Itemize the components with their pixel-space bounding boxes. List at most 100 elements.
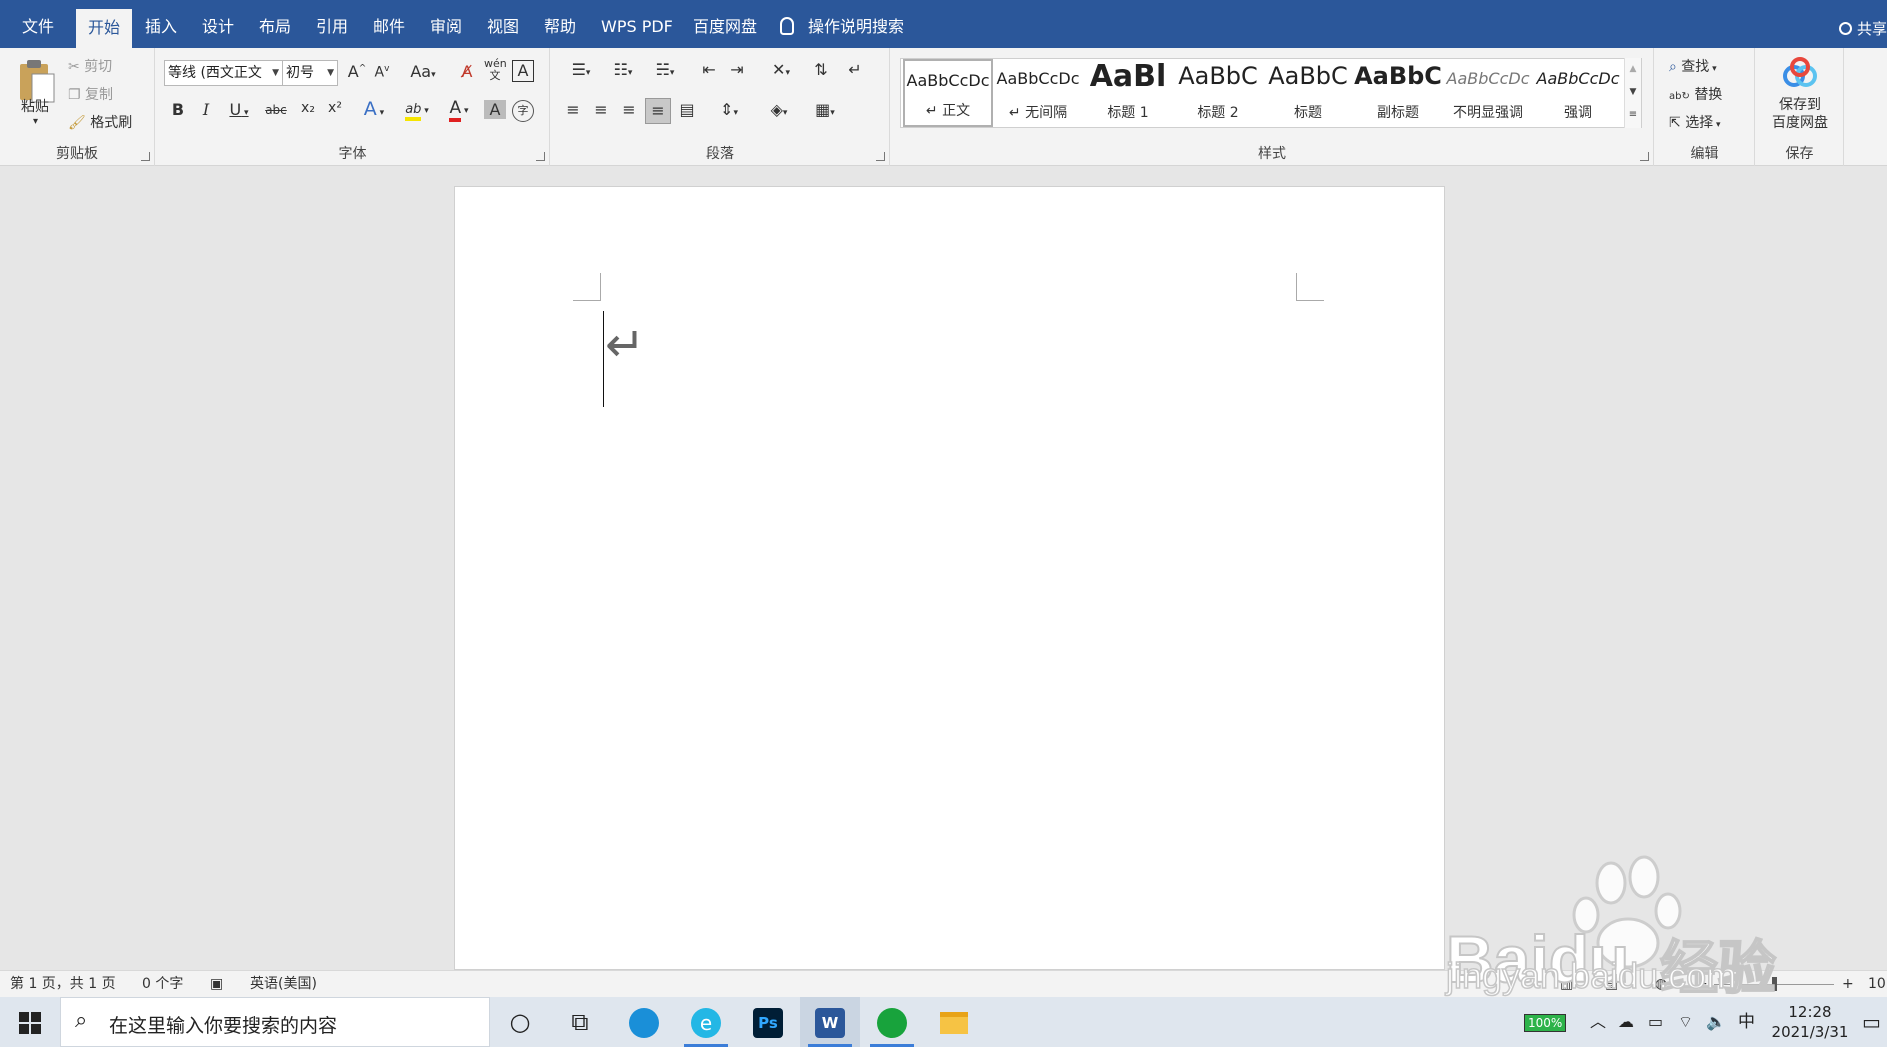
bold-button[interactable]: B	[168, 100, 188, 119]
word-icon[interactable]: W	[800, 997, 860, 1047]
file-explorer-icon[interactable]	[924, 997, 984, 1047]
font-color-button[interactable]: A ▾	[442, 98, 476, 122]
justify-icon[interactable]: ≡	[645, 98, 671, 124]
multilevel-list-icon[interactable]: ☵▾	[647, 60, 683, 79]
browser-e-icon[interactable]: e	[676, 997, 736, 1047]
clear-format-icon[interactable]: A̸	[456, 62, 478, 81]
text-effects-button[interactable]: A ▾	[358, 98, 390, 120]
battery-status-icon[interactable]: ▭	[1648, 997, 1663, 1047]
clock[interactable]: 12:28 2021/3/31	[1770, 997, 1850, 1047]
tab-wps-pdf[interactable]: WPS PDF	[601, 0, 673, 48]
shading-icon[interactable]: ◈▾	[761, 100, 797, 119]
character-shading-button[interactable]: A	[484, 100, 506, 119]
style-title[interactable]: AaBbC 标题	[1263, 59, 1353, 127]
tell-me-search[interactable]: 操作说明搜索	[780, 0, 904, 48]
chinese-layout-icon[interactable]: ✕▾	[763, 60, 799, 79]
word-count[interactable]: 0 个字	[142, 971, 183, 998]
cortana-icon[interactable]: ○	[490, 997, 550, 1047]
select-button[interactable]: ⇱ 选择 ▾	[1669, 112, 1721, 132]
zoom-in-icon[interactable]: +	[1842, 971, 1854, 998]
style-normal[interactable]: AaBbCcDc ↵ 正文	[903, 59, 993, 127]
photoshop-icon[interactable]: Ps	[738, 997, 798, 1047]
font-name-combo[interactable]: 等线 (西文正文 ▼	[164, 60, 283, 86]
tab-references[interactable]: 引用	[316, 0, 348, 48]
tab-mailings[interactable]: 邮件	[373, 0, 405, 48]
shrink-font-button[interactable]: Av	[371, 64, 393, 81]
align-left-icon[interactable]: ≡	[561, 100, 585, 119]
proofing-icon[interactable]: ▣	[210, 971, 223, 998]
save-to-baidu-button[interactable]: 保存到 百度网盘	[1756, 96, 1844, 132]
align-right-icon[interactable]: ≡	[617, 100, 641, 119]
replace-button[interactable]: ab↻ 替换	[1669, 84, 1722, 104]
share-button[interactable]: 共享	[1815, 0, 1887, 48]
style-heading-2[interactable]: AaBbC 标题 2	[1173, 59, 1263, 127]
align-center-icon[interactable]: ≡	[589, 100, 613, 119]
tab-help[interactable]: 帮助	[544, 0, 576, 48]
tab-view[interactable]: 视图	[487, 0, 519, 48]
chevron-up-icon[interactable]: ︿	[1590, 997, 1606, 1047]
font-launcher-icon[interactable]	[536, 152, 545, 161]
zoom-slider-thumb[interactable]	[1772, 977, 1777, 991]
paste-dropdown[interactable]: ▾	[33, 116, 38, 127]
increase-indent-icon[interactable]: ⇥	[725, 60, 749, 79]
taskbar-search[interactable]: ⌕ 在这里输入你要搜索的内容	[60, 997, 490, 1047]
subscript-button[interactable]: x₂	[296, 100, 320, 116]
edge-icon[interactable]	[614, 997, 674, 1047]
format-painter-button[interactable]: 🖌 格式刷	[68, 112, 132, 132]
styles-gallery-scroll[interactable]: ▲ ▼ ≡	[1624, 58, 1641, 128]
volume-icon[interactable]: 🔈	[1706, 997, 1726, 1047]
read-mode-icon[interactable]: ▥	[1560, 971, 1573, 998]
highlight-button[interactable]: ab ▾	[400, 98, 434, 121]
tab-file[interactable]: 文件	[22, 0, 54, 48]
zoom-level[interactable]: 10	[1868, 971, 1886, 998]
strikethrough-button[interactable]: abc	[262, 103, 290, 117]
style-no-spacing[interactable]: AaBbCcDc ↵ 无间隔	[993, 59, 1083, 127]
cut-button[interactable]: ✂ 剪切	[68, 56, 112, 76]
onedrive-icon[interactable]: ☁	[1618, 997, 1634, 1047]
document-page[interactable]: ↵	[454, 186, 1445, 970]
tab-home[interactable]: 开始	[76, 9, 133, 48]
character-border-icon[interactable]: A	[512, 60, 534, 82]
chevron-up-icon[interactable]: ▲	[1625, 58, 1641, 81]
tab-layout[interactable]: 布局	[259, 0, 291, 48]
clipboard-launcher-icon[interactable]	[141, 152, 150, 161]
baidu-netdisk-icon[interactable]	[1780, 56, 1820, 92]
paragraph-launcher-icon[interactable]	[876, 152, 885, 161]
font-size-combo[interactable]: 初号 ▼	[282, 60, 338, 86]
distributed-icon[interactable]: ▤	[675, 100, 699, 119]
zoom-out-icon[interactable]: −	[1696, 971, 1708, 998]
find-button[interactable]: ⌕ 查找 ▾	[1669, 56, 1717, 76]
battery-indicator[interactable]: 100%	[1524, 997, 1567, 1047]
change-case-button[interactable]: Aa▾	[406, 62, 440, 81]
page-count[interactable]: 第 1 页，共 1 页	[10, 971, 116, 998]
tab-baidu-netdisk[interactable]: 百度网盘	[693, 0, 757, 48]
bullets-icon[interactable]: ☰▾	[563, 60, 599, 79]
sort-icon[interactable]: ⇅	[809, 60, 833, 79]
paste-button[interactable]: 粘贴	[21, 96, 49, 116]
underline-button[interactable]: U ▾	[224, 100, 254, 119]
phonetic-guide-icon[interactable]: wén 文	[484, 58, 507, 82]
ime-indicator[interactable]: 中	[1738, 997, 1755, 1047]
numbering-icon[interactable]: ☷▾	[605, 60, 641, 79]
task-view-icon[interactable]: ⧉	[550, 997, 610, 1047]
styles-launcher-icon[interactable]	[1640, 152, 1649, 161]
copy-button[interactable]: ❐ 复制	[68, 84, 113, 104]
borders-icon[interactable]: ▦▾	[807, 100, 843, 119]
web-layout-icon[interactable]: ◍	[1655, 971, 1667, 998]
windows-start-icon[interactable]	[0, 997, 60, 1047]
line-spacing-icon[interactable]: ⇕▾	[711, 100, 747, 119]
tab-review[interactable]: 审阅	[430, 0, 462, 48]
italic-button[interactable]: I	[196, 100, 216, 119]
superscript-button[interactable]: x²	[323, 100, 347, 116]
style-emphasis[interactable]: AaBbCcDc 强调	[1533, 59, 1623, 127]
language-indicator[interactable]: 英语(美国)	[250, 971, 317, 998]
style-heading-1[interactable]: AaBl 标题 1	[1083, 59, 1173, 127]
style-subtle-emphasis[interactable]: AaBbCcDc 不明显强调	[1443, 59, 1533, 127]
enclose-characters-button[interactable]: 字	[512, 100, 534, 122]
decrease-indent-icon[interactable]: ⇤	[697, 60, 721, 79]
show-marks-icon[interactable]: ↵	[843, 60, 867, 79]
print-layout-icon[interactable]: ▤	[1605, 971, 1618, 998]
more-styles-icon[interactable]: ≡	[1625, 104, 1641, 126]
notifications-icon[interactable]: ▭	[1862, 997, 1881, 1047]
chevron-down-icon[interactable]: ▼	[1625, 81, 1641, 104]
